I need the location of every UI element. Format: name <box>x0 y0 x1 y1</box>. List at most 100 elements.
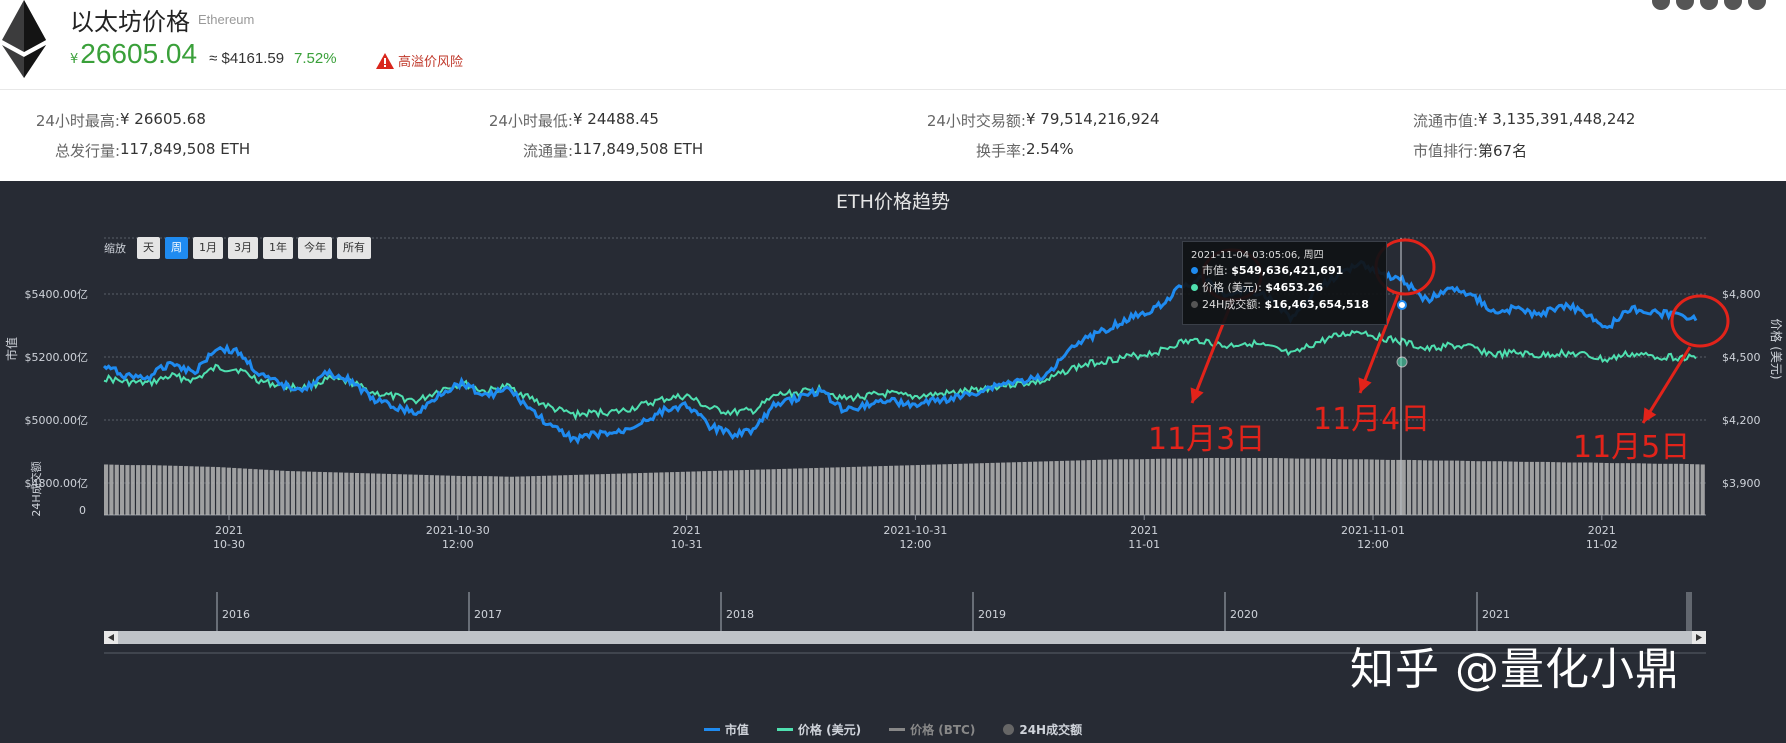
volume-bar <box>194 466 199 515</box>
volume-bar <box>205 466 210 515</box>
tooltip-row-price-usd: 价格 (美元): $4653.26 <box>1191 279 1323 295</box>
volume-bar <box>1465 460 1470 515</box>
volume-bar <box>648 472 653 515</box>
tooltip-label: 市值: <box>1202 264 1228 277</box>
volume-bar <box>995 462 1000 515</box>
stat-value: ¥ 79,514,216,924 <box>1026 110 1160 128</box>
legend-item-price-usd[interactable]: 价格 (美元) <box>776 721 862 738</box>
volume-bar <box>360 473 365 515</box>
volume-bar <box>109 464 114 515</box>
zoom-button-week[interactable]: 周 <box>165 237 188 259</box>
volume-bar <box>728 470 733 515</box>
volume-bar <box>536 475 541 515</box>
navigator-handle <box>1686 592 1692 631</box>
volume-bar <box>621 473 627 515</box>
volume-bar <box>1182 458 1187 515</box>
legend-line-icon <box>703 728 720 731</box>
volume-bar <box>888 465 894 515</box>
volume-bar <box>467 476 472 515</box>
telegram-icon[interactable] <box>1748 0 1766 10</box>
volume-bar <box>814 467 819 515</box>
zoom-button-day[interactable]: 天 <box>137 237 160 259</box>
volume-bar <box>760 469 765 515</box>
premium-risk-badge[interactable]: 高溢价风险 <box>376 51 463 70</box>
volume-bar <box>333 472 338 515</box>
volume-bar <box>921 464 926 515</box>
volume-bar <box>1268 457 1273 515</box>
volume-bar <box>1689 464 1695 515</box>
volume-bar <box>1353 459 1358 515</box>
eth-price-chart: ETH价格趋势 $5400.00亿 $5200.00亿 $5000.00亿 $4800… <box>0 181 1786 743</box>
volume-bar <box>894 465 899 515</box>
volume-bar <box>1620 463 1625 515</box>
volume-bar <box>1433 460 1438 515</box>
globe-icon[interactable] <box>1652 0 1670 10</box>
series-dot-icon <box>1191 284 1198 291</box>
volume-bar <box>1321 458 1326 515</box>
volume-bar <box>1284 458 1289 515</box>
volume-bar <box>1455 460 1460 515</box>
legend-label: 价格 (美元) <box>797 723 862 737</box>
volume-bar <box>643 472 648 515</box>
stat-label: 换手率: <box>975 142 1026 160</box>
volume-axis-title: 24H成交额 <box>29 461 43 516</box>
volume-bar <box>296 471 301 515</box>
volume-bar <box>573 474 579 515</box>
zoom-button-ytd[interactable]: 今年 <box>298 237 332 259</box>
volume-bar <box>1369 459 1374 515</box>
zoom-button-1y[interactable]: 1年 <box>263 237 293 259</box>
zoom-button-1m[interactable]: 1月 <box>193 237 223 259</box>
volume-bar <box>1188 458 1193 515</box>
volume-bar <box>702 471 707 515</box>
volume-bar <box>1241 457 1246 515</box>
volume-bar <box>1588 462 1593 515</box>
volume-bar <box>627 473 632 515</box>
stat-value: 第67名 <box>1478 142 1528 160</box>
volume-bar <box>408 474 413 515</box>
legend-label: 市值 <box>724 723 749 737</box>
legend-item-volume[interactable]: 24H成交额 <box>1003 721 1082 738</box>
volume-bar <box>547 475 552 515</box>
reddit-icon[interactable] <box>1724 0 1742 10</box>
hover-point-market-cap <box>1397 300 1407 310</box>
volume-bar <box>322 472 328 515</box>
coin-name: 以太坊价格 <box>70 8 190 36</box>
x-tick-label: 2021 <box>215 524 243 537</box>
twitter-icon[interactable] <box>1700 0 1718 10</box>
chart-legend: 市值 价格 (美元) 价格 (BTC) 24H成交额 <box>0 721 1786 738</box>
volume-bar <box>664 472 669 515</box>
legend-item-market-cap[interactable]: 市值 <box>703 721 749 738</box>
volume-bar <box>691 471 696 515</box>
volume-bar <box>974 463 979 515</box>
price-usd: ≈ $4161.59 <box>209 50 285 67</box>
volume-bar <box>1262 457 1267 515</box>
volume-bar <box>189 466 194 515</box>
volume-bar <box>1059 460 1064 515</box>
legend-item-price-btc[interactable]: 价格 (BTC) <box>889 721 975 738</box>
navigator-year-label: 2021 <box>1482 608 1510 621</box>
left-axis-tick: $5200.00亿 <box>25 351 89 364</box>
volume-bar <box>605 473 611 515</box>
volume-bar <box>1337 459 1342 515</box>
volume-bar <box>1567 462 1572 515</box>
volume-bar <box>1471 461 1476 515</box>
volume-bar <box>1652 463 1657 515</box>
zoom-button-3m[interactable]: 3月 <box>228 237 258 259</box>
volume-bar <box>136 465 141 515</box>
coin-header: 以太坊价格 Ethereum ¥ 26605.04 ≈ $4161.59 7.5… <box>0 0 1786 90</box>
facebook-icon[interactable] <box>1676 0 1694 10</box>
legend-circle-icon <box>1003 724 1015 735</box>
volume-bar <box>1129 459 1134 515</box>
volume-bar <box>990 462 995 515</box>
volume-bar <box>707 471 712 515</box>
volume-bar <box>264 469 269 515</box>
volume-bar <box>1679 463 1684 515</box>
volume-bar <box>1310 458 1315 515</box>
legend-line-icon <box>889 728 906 731</box>
zoom-button-all[interactable]: 所有 <box>337 237 371 259</box>
stat-label: 总发行量: <box>54 142 120 160</box>
volume-bar <box>1358 459 1364 515</box>
volume-bar <box>274 470 280 515</box>
volume-bar <box>1551 462 1556 515</box>
tooltip-label: 价格 (美元): <box>1202 281 1262 294</box>
